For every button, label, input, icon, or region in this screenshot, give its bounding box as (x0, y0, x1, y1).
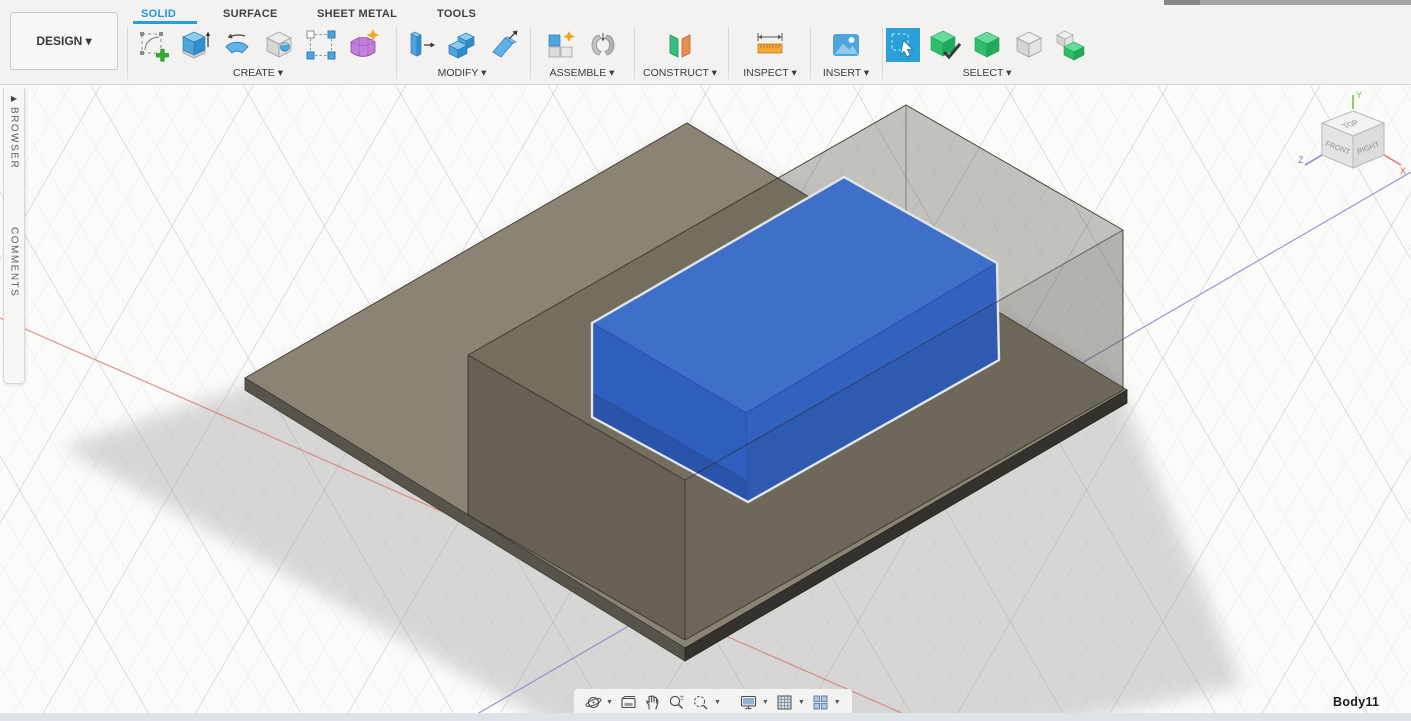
viewcube[interactable]: Y Z X TOP FRONT RIGHT (1297, 88, 1409, 200)
construction-plane-icon[interactable] (662, 27, 698, 63)
group-label-insert[interactable]: INSERT ▾ (823, 67, 869, 79)
grid-settings-icon[interactable] (775, 693, 795, 713)
extrude-icon[interactable] (177, 27, 213, 63)
design-menu-button[interactable]: DESIGN ▾ (10, 12, 118, 70)
grid-dropdown-caret[interactable]: ▼ (798, 699, 805, 706)
window-edge-strip-dark (1164, 0, 1200, 5)
group-insert: INSERT ▾ (812, 26, 880, 82)
window-edge-strip (1200, 0, 1411, 5)
expand-panel-arrow-icon[interactable]: ▶ (11, 94, 17, 103)
group-inspect: INSPECT ▾ (730, 26, 810, 82)
pan-icon[interactable] (643, 693, 663, 713)
viewports-icon[interactable] (811, 693, 831, 713)
look-at-icon[interactable] (619, 693, 639, 713)
active-tab-underline (133, 21, 197, 24)
fit-icon[interactable] (691, 693, 711, 713)
hole-icon[interactable] (261, 27, 297, 63)
create-form-icon[interactable] (345, 27, 381, 63)
press-pull-icon[interactable] (402, 27, 438, 63)
toolbar-separator (530, 27, 531, 79)
group-construct: CONSTRUCT ▾ (636, 26, 724, 82)
navigation-bar: ▼ ± ▼ ▼ ▼ ▼ (574, 689, 852, 716)
group-label-modify[interactable]: MODIFY ▾ (438, 67, 487, 79)
viewcube-cube[interactable]: TOP FRONT RIGHT (1322, 111, 1384, 168)
selected-body-label: Body11 (1333, 695, 1379, 709)
joint-icon[interactable] (585, 27, 621, 63)
revolve-icon[interactable] (219, 27, 255, 63)
toolbar-separator (810, 27, 811, 79)
viewport-canvas[interactable]: ▶ BROWSER COMMENTS Y Z X TOP (0, 85, 1411, 721)
viewcube-axis-z-label: Z (1298, 155, 1304, 165)
orbit-icon[interactable] (583, 693, 603, 713)
create-sketch-icon[interactable] (135, 27, 171, 63)
display-dropdown-caret[interactable]: ▼ (762, 699, 769, 706)
group-modify: MODIFY ▾ (398, 26, 526, 82)
viewports-dropdown-caret[interactable]: ▼ (834, 699, 841, 706)
draft-icon[interactable] (486, 27, 522, 63)
tab-surface[interactable]: SURFACE (223, 5, 278, 23)
fusion360-window: DESIGN ▾ SOLID SURFACE SHEET METAL TOOLS (0, 0, 1411, 721)
group-label-create[interactable]: CREATE ▾ (233, 67, 283, 79)
insert-canvas-icon[interactable] (828, 27, 864, 63)
top-toolbar: DESIGN ▾ SOLID SURFACE SHEET METAL TOOLS (0, 0, 1411, 85)
viewcube-axis-y-label: Y (1356, 90, 1362, 100)
window-select-icon[interactable] (885, 27, 921, 63)
sidebar-item-comments[interactable]: COMMENTS (9, 227, 20, 297)
measure-icon[interactable] (752, 27, 788, 63)
select-feature-icon[interactable] (1053, 27, 1089, 63)
zoom-icon[interactable]: ± (667, 693, 687, 713)
group-label-select[interactable]: SELECT ▾ (963, 67, 1012, 79)
select-face-icon[interactable] (1011, 27, 1047, 63)
collapsed-side-panel: ▶ BROWSER COMMENTS (3, 88, 25, 384)
select-body-checked-icon[interactable] (927, 27, 963, 63)
group-assemble: ASSEMBLE ▾ (534, 26, 630, 82)
sidebar-item-browser[interactable]: BROWSER (9, 107, 20, 169)
toolbar-separator (396, 27, 397, 79)
display-settings-icon[interactable] (739, 693, 759, 713)
toolbar-separator (127, 27, 128, 79)
svg-text:±: ± (680, 695, 684, 702)
group-label-assemble[interactable]: ASSEMBLE ▾ (550, 67, 615, 79)
combine-icon[interactable] (444, 27, 480, 63)
orbit-dropdown-caret[interactable]: ▼ (606, 699, 613, 706)
select-body-icon[interactable] (969, 27, 1005, 63)
tab-tools[interactable]: TOOLS (437, 5, 476, 23)
model-scene (0, 85, 1411, 721)
rectangular-pattern-icon[interactable] (303, 27, 339, 63)
bottom-edge-strip (0, 713, 1411, 721)
group-create: CREATE ▾ (130, 26, 386, 82)
toolbar-separator (728, 27, 729, 79)
fit-dropdown-caret[interactable]: ▼ (714, 699, 721, 706)
toolbar-separator (634, 27, 635, 79)
viewcube-axis-x-label: X (1400, 166, 1406, 176)
toolbar-separator (882, 27, 883, 79)
tab-sheet-metal[interactable]: SHEET METAL (317, 5, 397, 23)
group-label-inspect[interactable]: INSPECT ▾ (743, 67, 797, 79)
new-component-icon[interactable] (543, 27, 579, 63)
group-select: SELECT ▾ (884, 26, 1090, 82)
group-label-construct[interactable]: CONSTRUCT ▾ (643, 67, 717, 79)
